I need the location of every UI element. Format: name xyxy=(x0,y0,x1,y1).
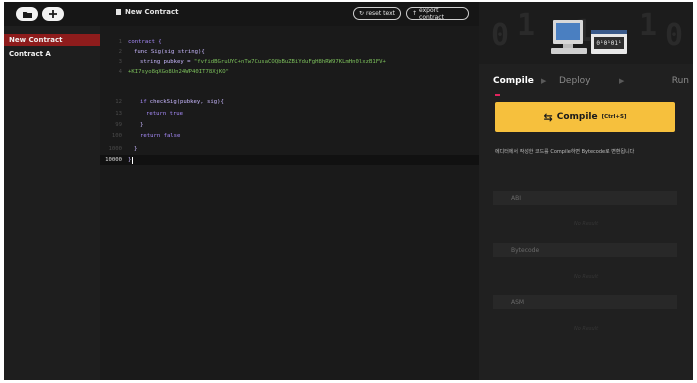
active-tab-indicator xyxy=(495,94,500,96)
binary-banner: 0 1 1 1 0 0¹0¹01¹ xyxy=(479,2,693,64)
line-number: 1000 xyxy=(108,146,122,152)
text-cursor xyxy=(132,156,134,164)
code-keyword: return false xyxy=(140,133,181,139)
binary-window-icon: 0¹0¹01¹ xyxy=(591,30,627,54)
code-text: checkSig(pubkey, sig){ xyxy=(149,99,224,105)
line-number: 4 xyxy=(118,69,122,75)
computer-icon xyxy=(551,20,587,54)
code-line: 1000 } xyxy=(100,144,479,154)
banner-digit: 0 xyxy=(665,18,684,53)
line-number: 1 xyxy=(118,39,122,45)
tab-compile[interactable]: Compile xyxy=(493,76,534,86)
tab-deploy[interactable]: Deploy xyxy=(559,76,609,86)
compile-panel: 0 1 1 1 0 0¹0¹01¹ Compile ▶ Deploy ▶ Run xyxy=(479,2,693,380)
code-line: 4 +KI7syo8qXGo8Un24WP40IT78XjKO" xyxy=(100,67,479,77)
banner-digit: 1 xyxy=(517,8,536,43)
file-name: New Contract xyxy=(125,8,179,16)
upload-arrow-icon: ↑ xyxy=(412,10,418,17)
sidebar-item-label: New Contract xyxy=(9,36,63,44)
code-keyword: if xyxy=(140,99,147,105)
code-string: "fvfidBGruUYC+nTw7CusaCOQbBuZBiYduFgH8hR… xyxy=(193,59,386,65)
code-text: } xyxy=(128,157,132,163)
file-title: New Contract xyxy=(116,8,178,16)
code-keyword: return true xyxy=(146,111,184,117)
step-tabs: Compile ▶ Deploy ▶ Run xyxy=(493,74,689,88)
abi-no-result: No Result xyxy=(573,221,599,227)
plus-icon xyxy=(49,10,57,18)
export-contract-label: export contract xyxy=(419,6,444,21)
line-number: 10000 xyxy=(105,157,122,163)
binary-text: 0¹0¹01¹ xyxy=(594,37,624,49)
sidebar-item-new-contract[interactable]: New Contract xyxy=(4,34,100,46)
line-number: 12 xyxy=(115,99,122,105)
reset-text-button[interactable]: ↻ reset text xyxy=(353,7,401,20)
refresh-icon: ↻ xyxy=(359,10,365,17)
folder-button[interactable] xyxy=(16,7,38,21)
compile-hint: 에디터에서 작성한 코드를 Compile하면 Bytecode로 변환됩니다 xyxy=(495,149,635,155)
export-contract-button[interactable]: ↑ export contract xyxy=(406,6,469,21)
swap-arrows-icon: ⇆ xyxy=(543,110,553,124)
chevron-right-icon: ▶ xyxy=(541,77,547,85)
code-line: 100 return false xyxy=(100,131,479,141)
bytecode-output-label: Bytecode xyxy=(493,243,677,257)
line-number: 13 xyxy=(115,111,122,117)
app-window: New Contract ↻ reset text ↑ export contr… xyxy=(4,2,693,380)
current-code-line: 10000 } xyxy=(100,155,479,165)
line-number: 100 xyxy=(111,133,122,139)
line-number: 3 xyxy=(118,59,122,65)
code-text: } xyxy=(140,122,144,128)
sidebar-item-label: Contract A xyxy=(9,50,51,58)
line-number: 99 xyxy=(115,122,122,128)
code-line: 13 return true xyxy=(100,109,479,119)
sidebar-item-contract-a[interactable]: Contract A xyxy=(4,48,100,60)
top-bar: New Contract ↻ reset text ↑ export contr… xyxy=(4,2,479,26)
tab-run[interactable]: Run xyxy=(649,76,689,86)
code-line: 1 contract { xyxy=(100,37,479,47)
document-icon xyxy=(116,9,121,15)
code-text: contract { xyxy=(128,39,162,45)
code-editor[interactable]: 1 contract { 2 func Sig(sig string){ 3 s… xyxy=(100,26,479,380)
code-text: func Sig(sig string){ xyxy=(134,49,205,55)
code-text: string pubkey = xyxy=(140,59,194,65)
code-text: } xyxy=(134,146,138,152)
code-string: +KI7syo8qXGo8Un24WP40IT78XjKO" xyxy=(128,69,230,75)
banner-digit: 0 xyxy=(491,18,510,53)
add-contract-button[interactable] xyxy=(42,7,64,21)
line-number: 2 xyxy=(118,49,122,55)
compile-button[interactable]: ⇆ Compile [Ctrl+S] xyxy=(495,102,675,132)
chevron-right-icon: ▶ xyxy=(619,77,625,85)
contract-sidebar: New Contract Contract A xyxy=(4,26,100,380)
asm-output-label: ASM xyxy=(493,295,677,309)
asm-no-result: No Result xyxy=(573,326,599,332)
banner-digit: 1 xyxy=(639,8,658,43)
code-line: 2 func Sig(sig string){ xyxy=(100,47,479,57)
reset-text-label: reset text xyxy=(366,10,395,17)
code-line: 12 if checkSig(pubkey, sig){ xyxy=(100,97,479,107)
code-line: 3 string pubkey = "fvfidBGruUYC+nTw7Cusa… xyxy=(100,57,479,67)
compile-shortcut: [Ctrl+S] xyxy=(601,114,627,120)
abi-output-label: ABI xyxy=(493,191,677,205)
compile-label: Compile xyxy=(556,112,598,122)
bytecode-no-result: No Result xyxy=(573,274,599,280)
code-line: 99 } xyxy=(100,120,479,130)
folder-icon xyxy=(22,11,32,18)
